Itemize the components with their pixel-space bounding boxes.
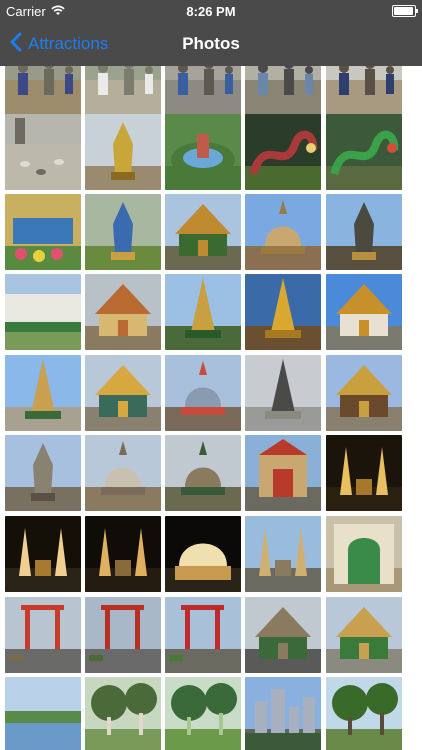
photo-street-vendors[interactable] [5, 66, 81, 116]
photo-red-pillars[interactable] [165, 597, 241, 673]
photo-thumbnail-image [5, 274, 81, 350]
photo-thumbnail-image [165, 274, 241, 350]
photo-golden-buddha-statue[interactable] [85, 114, 161, 190]
photo-thumbnail-image [85, 114, 161, 190]
photo-thumbnail-image [85, 66, 161, 116]
photo-thumbnail-image [245, 274, 321, 350]
photo-ornate-pavilion[interactable] [85, 355, 161, 431]
photo-thumbnail-image [85, 597, 161, 673]
photo-thumbnail-image [165, 66, 241, 116]
photo-stupa-dome[interactable] [245, 194, 321, 270]
photo-giant-guardian[interactable] [326, 194, 402, 270]
photo-thumbnail-image [165, 435, 241, 511]
photo-thumbnail-image [245, 597, 321, 673]
photo-thumbnail-image [326, 677, 402, 750]
photo-hall-gold-trim[interactable] [326, 355, 402, 431]
back-button-label: Attractions [28, 34, 109, 53]
photo-city-skyline[interactable] [245, 677, 321, 750]
back-button[interactable]: Attractions [10, 22, 108, 66]
photo-large-tree[interactable] [326, 677, 402, 750]
photo-green-dragon[interactable] [326, 114, 402, 190]
photo-thumbnail-image [85, 677, 161, 750]
photo-thumbnail-image [165, 114, 241, 190]
photo-park-visitor[interactable] [85, 677, 161, 750]
photo-thumbnail-image [5, 516, 81, 592]
photo-thumbnail-image [326, 597, 402, 673]
photo-thumbnail-image [5, 435, 81, 511]
photo-thumbnail-image [5, 355, 81, 431]
photo-thumbnail-image [5, 194, 81, 270]
photo-thumbnail-image [5, 597, 81, 673]
photo-porcelain-prang[interactable] [165, 355, 241, 431]
photo-thumbnail-image [326, 114, 402, 190]
photo-thumbnail-image [85, 435, 161, 511]
photo-thumbnail-image [85, 355, 161, 431]
status-time: 8:26 PM [186, 4, 236, 19]
photo-tourists-walking[interactable] [245, 66, 321, 116]
photo-thumbnail-image [326, 355, 402, 431]
photo-temple-palms[interactable] [165, 194, 241, 270]
photo-thumbnail-image [326, 66, 402, 116]
photo-lake-view[interactable] [5, 677, 81, 750]
photo-dragon-sculpture[interactable] [245, 114, 321, 190]
photo-thumbnail-image [165, 597, 241, 673]
photo-thumbnail-image [245, 194, 321, 270]
photo-temple-courtyard[interactable] [326, 597, 402, 673]
photo-spire-closeup[interactable] [245, 355, 321, 431]
photo-thumbnail-image [165, 355, 241, 431]
photo-thumbnail-image [326, 194, 402, 270]
photo-spires-clear-sky[interactable] [5, 355, 81, 431]
photo-man-white-shirt[interactable] [85, 66, 161, 116]
photo-pavilion-roof[interactable] [85, 274, 161, 350]
photo-giant-swing[interactable] [5, 597, 81, 673]
photo-park-trees[interactable] [165, 677, 241, 750]
photo-thumbnail-image [326, 274, 402, 350]
photo-lit-dome-night[interactable] [165, 516, 241, 592]
photo-thumbnail-image [85, 274, 161, 350]
photo-thumbnail-image [326, 516, 402, 592]
photo-temple-blue-sky[interactable] [326, 274, 402, 350]
photo-blue-statue-garden[interactable] [85, 194, 161, 270]
photo-thumbnail-image [165, 194, 241, 270]
photo-chedi-garden[interactable] [165, 435, 241, 511]
photo-thumbnail-image [85, 516, 161, 592]
photo-stone-guardian[interactable] [5, 435, 81, 511]
photo-democracy-monument[interactable] [245, 516, 321, 592]
photo-people-market[interactable] [326, 66, 402, 116]
navigation-bar: Attractions Photos [0, 22, 422, 66]
photo-thumbnail-image [245, 677, 321, 750]
photo-city-square[interactable] [245, 597, 321, 673]
photo-thumbnail-image [5, 114, 81, 190]
chevron-left-icon [10, 32, 22, 57]
photo-thumbnail-image [165, 677, 241, 750]
photo-thumbnail-image [245, 516, 321, 592]
photo-thumbnail-image [5, 677, 81, 750]
photo-golden-spire-trees[interactable] [165, 274, 241, 350]
photo-lit-wings-night[interactable] [5, 516, 81, 592]
battery-icon [392, 5, 418, 17]
photo-swing-street[interactable] [85, 597, 161, 673]
photo-garden-sculpture[interactable] [165, 114, 241, 190]
photo-thumbnail-image [245, 66, 321, 116]
photo-thumbnail-image [5, 66, 81, 116]
photo-white-prang[interactable] [85, 435, 161, 511]
photo-arched-hall[interactable] [326, 516, 402, 592]
photo-monument-night[interactable] [326, 435, 402, 511]
photo-monument-wings-dark[interactable] [85, 516, 161, 592]
photo-flower-market[interactable] [5, 194, 81, 270]
photo-red-gate-towers[interactable] [245, 435, 321, 511]
status-bar: Carrier 8:26 PM [0, 0, 422, 22]
photo-grid [0, 66, 422, 750]
photo-thumbnail-image [326, 435, 402, 511]
photo-golden-chedi[interactable] [245, 274, 321, 350]
photo-thumbnail-image [245, 114, 321, 190]
photo-palace-wall[interactable] [5, 274, 81, 350]
photo-thumbnail-image [85, 194, 161, 270]
photo-crowd-bench[interactable] [165, 66, 241, 116]
photo-thumbnail-image [245, 435, 321, 511]
photo-thumbnail-image [165, 516, 241, 592]
photo-pigeons-plaza[interactable] [5, 114, 81, 190]
photo-thumbnail-image [245, 355, 321, 431]
